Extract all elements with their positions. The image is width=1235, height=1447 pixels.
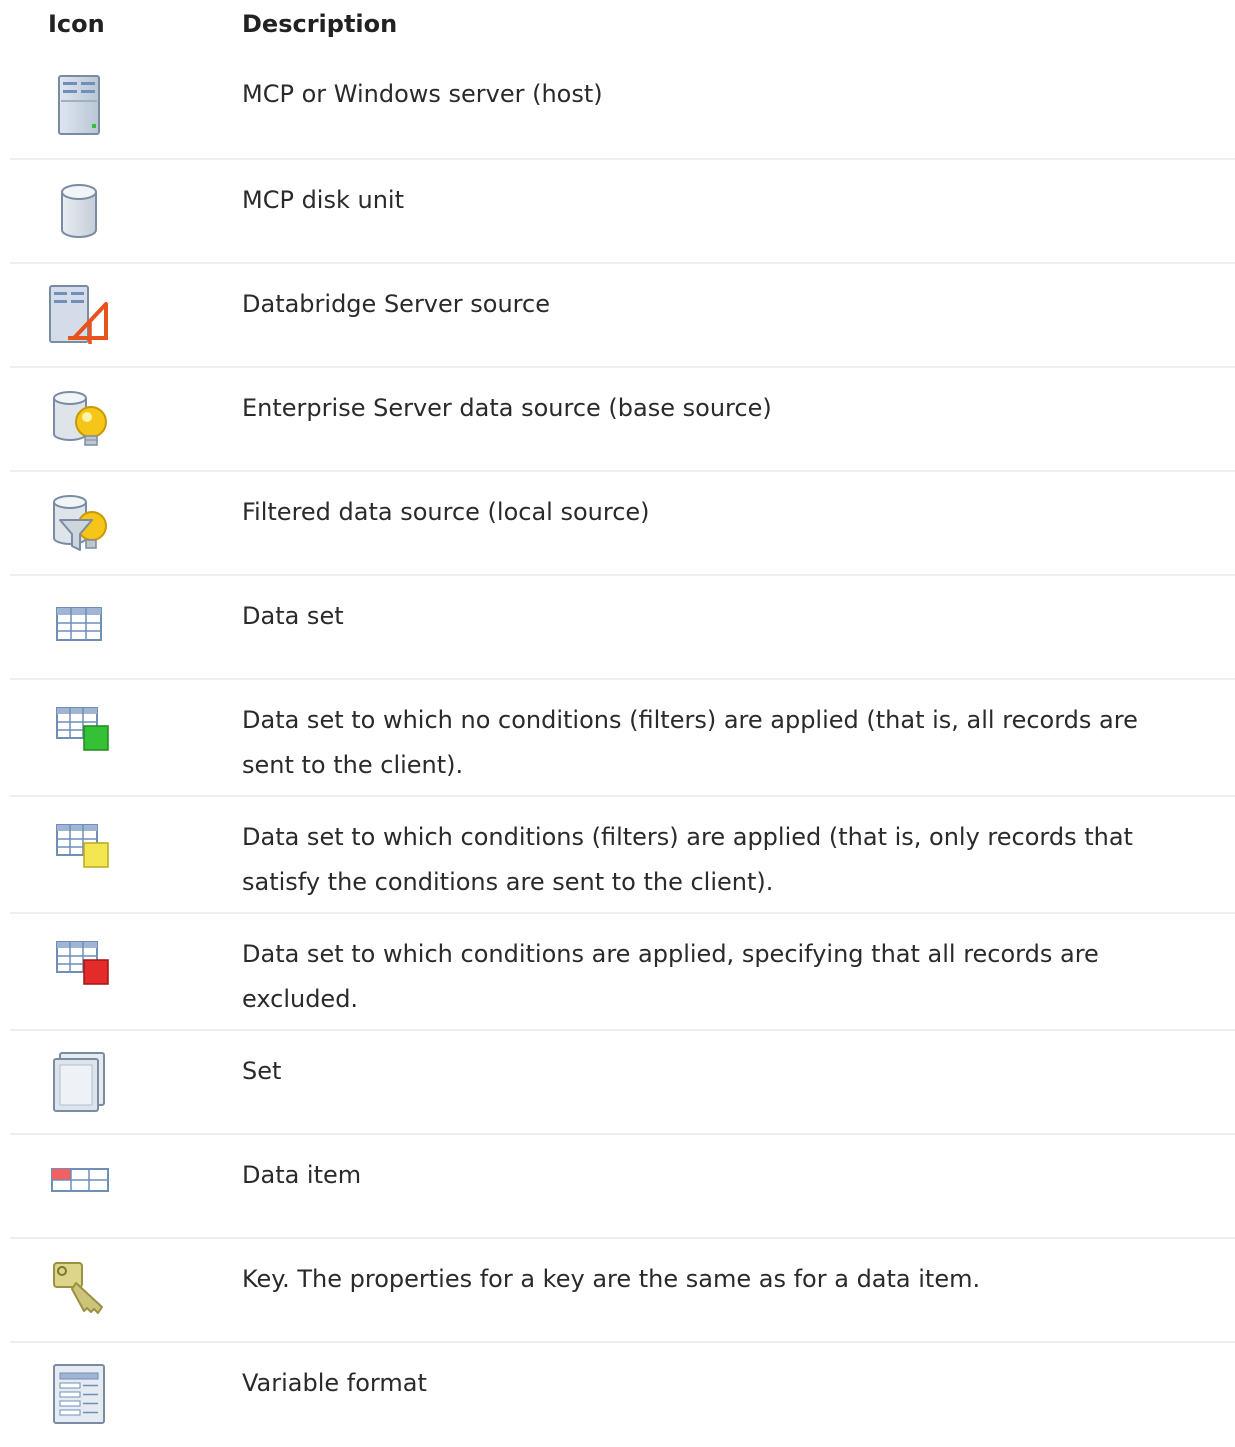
icon-table: Icon Description MCP or Windows server (… <box>10 0 1235 1447</box>
description-cell: Data set to which no conditions (filters… <box>242 706 1138 779</box>
table-row: Data set to which no conditions (filters… <box>10 680 1235 797</box>
data-set-green-icon <box>56 707 109 751</box>
table-row: Variable format <box>10 1343 1235 1447</box>
icon-cell <box>10 472 242 574</box>
data-set-red-icon <box>56 941 109 985</box>
description-cell: Data item <box>242 1161 362 1189</box>
description-cell: MCP disk unit <box>242 186 404 214</box>
description-cell: Enterprise Server data source (base sour… <box>242 394 772 422</box>
table-row: Data set to which conditions (filters) a… <box>10 797 1235 914</box>
disk-unit-icon <box>61 184 97 238</box>
icon-cell <box>10 914 242 1029</box>
description-cell: Set <box>242 1057 282 1085</box>
server-icon <box>58 75 100 135</box>
data-set-icon <box>56 607 102 641</box>
description-cell: Variable format <box>242 1369 427 1397</box>
variable-format-icon <box>53 1364 105 1424</box>
table-row: Data set to which conditions are applied… <box>10 914 1235 1031</box>
description-cell: Data set to which conditions (filters) a… <box>242 823 1133 896</box>
description-cell: Key. The properties for a key are the sa… <box>242 1265 981 1293</box>
icon-cell <box>10 1031 242 1133</box>
icon-cell <box>10 54 242 158</box>
header-icon: Icon <box>48 10 105 38</box>
enterprise-data-source-icon <box>53 391 107 446</box>
table-row: Databridge Server source <box>10 264 1235 368</box>
description-cell: Filtered data source (local source) <box>242 498 650 526</box>
description-cell: Databridge Server source <box>242 290 550 318</box>
table-row: Key. The properties for a key are the sa… <box>10 1239 1235 1343</box>
table-row: Data item <box>10 1135 1235 1239</box>
description-cell: Data set <box>242 602 344 630</box>
icon-cell <box>10 264 242 366</box>
table-row: Data set <box>10 576 1235 680</box>
data-set-yellow-icon <box>56 824 109 868</box>
icon-cell <box>10 797 242 912</box>
table-row: Enterprise Server data source (base sour… <box>10 368 1235 472</box>
header-description: Description <box>242 10 398 38</box>
table-row: MCP or Windows server (host) <box>10 54 1235 160</box>
set-icon <box>53 1052 105 1112</box>
icon-cell <box>10 1343 242 1447</box>
icon-cell <box>10 1239 242 1341</box>
filtered-data-source-icon <box>53 495 107 551</box>
table-header: Icon Description <box>10 0 1235 54</box>
description-cell: Data set to which conditions are applied… <box>242 940 1099 1013</box>
icon-cell <box>10 368 242 470</box>
table-row: Set <box>10 1031 1235 1135</box>
databridge-server-source-icon <box>49 285 108 344</box>
icon-cell <box>10 1135 242 1237</box>
table-row: Filtered data source (local source) <box>10 472 1235 576</box>
icon-cell <box>10 576 242 678</box>
icon-cell <box>10 680 242 795</box>
table-row: MCP disk unit <box>10 160 1235 264</box>
data-item-icon <box>51 1168 109 1192</box>
description-cell: MCP or Windows server (host) <box>242 80 603 108</box>
icon-cell <box>10 160 242 262</box>
key-icon <box>53 1262 103 1314</box>
